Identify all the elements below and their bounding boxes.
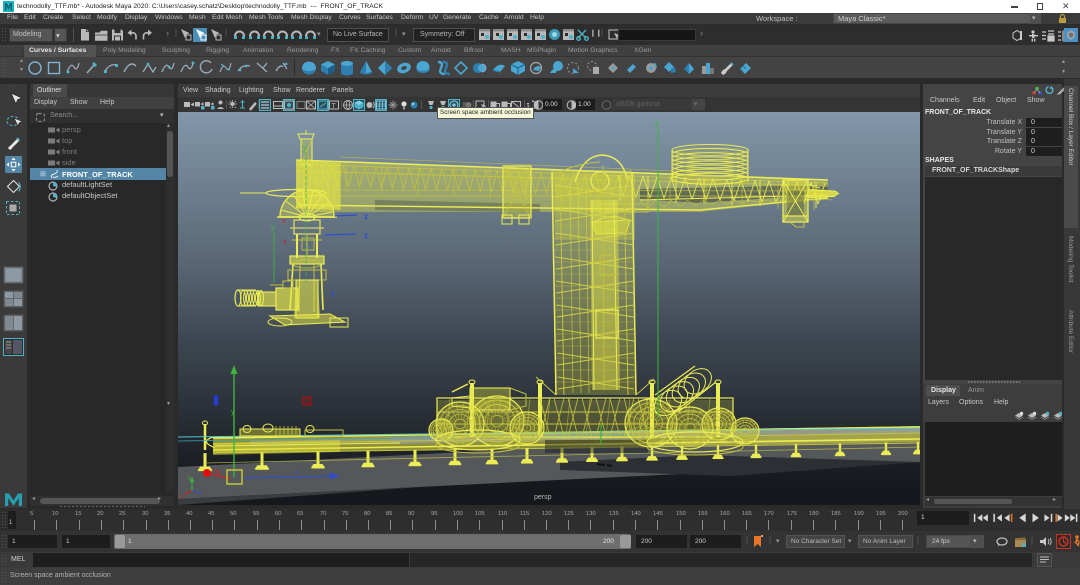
svg-text:T: T <box>332 103 337 110</box>
svg-text:x: x <box>295 470 298 476</box>
svg-text:y: y <box>303 143 307 152</box>
svg-text:y: y <box>271 223 275 232</box>
svg-text:x: x <box>283 239 287 246</box>
svg-text:z: z <box>364 212 368 221</box>
svg-text:x: x <box>180 494 183 500</box>
svg-text:z: z <box>364 231 368 240</box>
svg-text:x: x <box>282 218 286 225</box>
svg-text:z: z <box>331 289 335 298</box>
svg-text:y: y <box>231 409 235 416</box>
svg-text:y: y <box>655 119 659 128</box>
svg-text:y: y <box>188 475 191 481</box>
